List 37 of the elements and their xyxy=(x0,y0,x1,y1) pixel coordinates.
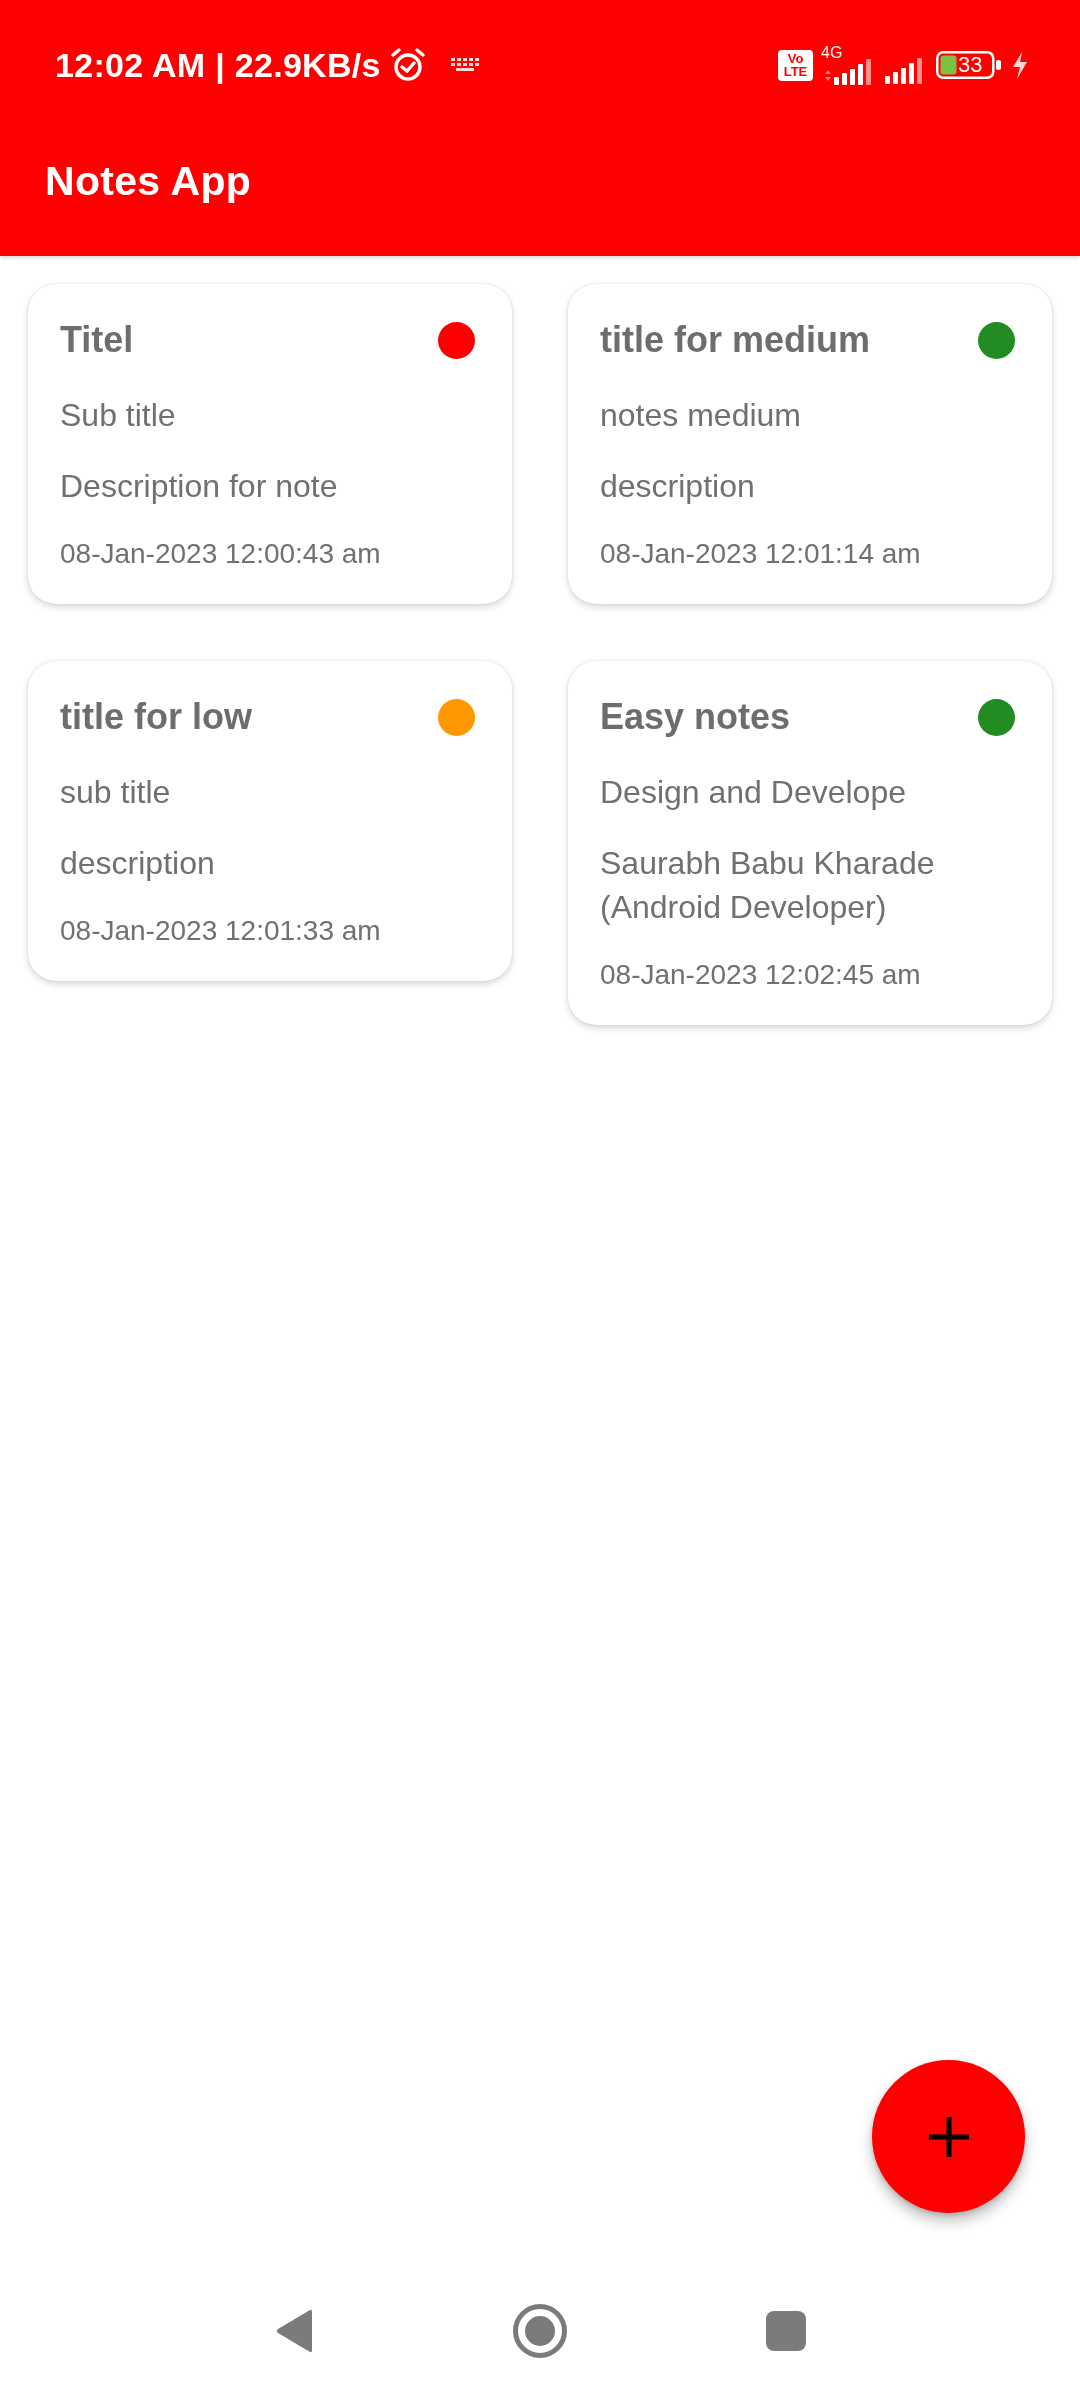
note-subtitle: Design and Develope xyxy=(600,773,907,812)
battery-icon xyxy=(936,51,1002,79)
badge-text: Vo xyxy=(787,52,804,65)
note-title: Easy notes xyxy=(600,695,791,739)
note-title: Titel xyxy=(60,318,134,362)
note-card[interactable]: title for medium notes medium description 08-Jan-2023 12:01:14 am xyxy=(568,284,1052,604)
note-title: title for low xyxy=(60,695,252,739)
keyboard-icon xyxy=(450,57,481,73)
app-title: Notes App xyxy=(45,157,252,205)
note-subtitle: Sub title xyxy=(60,396,177,435)
badge-text: LTE xyxy=(783,65,808,78)
back-icon xyxy=(275,2308,313,2354)
note-card[interactable]: Easy notes Design and Develope Saurabh Babu Kharade (Android Developer) 08-Jan-2023 12:02:45 am xyxy=(568,661,1052,1025)
note-date: 08-Jan-2023 12:01:14 am xyxy=(600,537,922,571)
signal-strength-icon xyxy=(825,59,873,85)
charging-bolt-icon xyxy=(1012,51,1028,79)
add-note-button[interactable] xyxy=(872,2060,1025,2213)
note-description: description xyxy=(600,467,756,506)
note-date: 08-Jan-2023 12:01:33 am xyxy=(60,914,382,948)
note-subtitle: sub title xyxy=(60,773,172,812)
recent-apps-icon xyxy=(766,2311,806,2351)
note-description: Saurabh Babu Kharade (Android Developer) xyxy=(600,844,936,927)
battery-percentage: 33 xyxy=(958,54,983,76)
network-type-text: 4G xyxy=(821,45,843,61)
note-card[interactable]: title for low sub title description 08-Jan-2023 12:01:33 am xyxy=(28,661,512,981)
home-icon xyxy=(513,2304,567,2358)
note-description: Description for note xyxy=(60,467,339,506)
note-date: 08-Jan-2023 12:00:43 am xyxy=(60,537,382,571)
note-description: description xyxy=(60,844,216,883)
note-subtitle: notes medium xyxy=(600,396,802,435)
plus-icon xyxy=(928,2116,969,2157)
note-title: title for medium xyxy=(600,318,871,362)
alarm-clock-icon xyxy=(388,47,427,83)
note-card[interactable]: Titel Sub title Description for note 08-Jan-2023 12:00:43 am xyxy=(28,284,512,604)
note-date: 08-Jan-2023 12:02:45 am xyxy=(600,958,922,992)
status-time: 12:02 AM | 22.9KB/s xyxy=(55,45,381,85)
signal-strength-icon xyxy=(885,58,922,84)
